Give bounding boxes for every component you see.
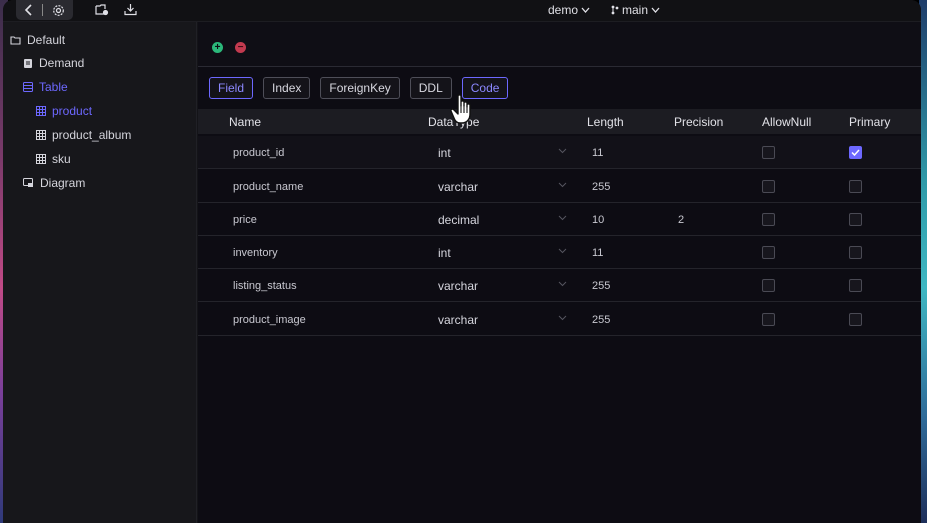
datatype-select[interactable]: varchar [438, 279, 478, 293]
datatype-select[interactable]: int [438, 146, 451, 160]
sidebar-item-diagram[interactable]: Diagram [23, 173, 85, 193]
sidebar: Default Demand Table product product_alb… [3, 22, 197, 523]
primary-checkbox[interactable] [849, 180, 862, 193]
table-row[interactable]: product_name varchar 255 [198, 170, 921, 203]
chevron-down-icon[interactable] [558, 182, 567, 188]
length-input[interactable]: 255 [592, 314, 610, 326]
git-branch-icon [611, 5, 619, 15]
tab-foreignkey[interactable]: ForeignKey [320, 77, 400, 99]
column-header-precision: Precision [674, 115, 724, 129]
column-header-name: Name [229, 115, 262, 129]
primary-checkbox[interactable] [849, 246, 862, 259]
allownull-checkbox[interactable] [762, 246, 775, 259]
table-header: Name DataType Length Precision AllowNull… [198, 109, 921, 134]
primary-checkbox[interactable] [849, 146, 862, 159]
tab-ddl[interactable]: DDL [409, 77, 452, 99]
primary-checkbox[interactable] [849, 213, 862, 226]
grid-icon [36, 106, 46, 116]
field-name[interactable]: product_name [233, 181, 303, 193]
sidebar-item-label: Diagram [40, 176, 86, 190]
allownull-checkbox[interactable] [762, 213, 775, 226]
datatype-select[interactable]: decimal [438, 213, 479, 227]
folder-open-icon [10, 36, 21, 45]
length-input[interactable]: 11 [592, 147, 603, 159]
tree-root-label: Default [27, 33, 66, 47]
sidebar-item-demand[interactable]: Demand [23, 53, 84, 73]
sidebar-item-product-album[interactable]: product_album [36, 125, 131, 145]
main-panel: + − Field Index ForeignKey DDL Code Name… [198, 22, 921, 523]
grid-icon [36, 130, 46, 140]
sidebar-item-product[interactable]: product [36, 101, 92, 121]
chevron-down-icon [581, 7, 590, 13]
hand-pointer-cursor-icon [450, 94, 471, 124]
precision-input[interactable]: 2 [678, 214, 684, 226]
separator [41, 4, 43, 16]
chevron-down-icon[interactable] [558, 315, 567, 321]
chevron-down-icon[interactable] [558, 215, 567, 221]
chevron-down-icon[interactable] [558, 281, 567, 287]
table-icon [23, 82, 33, 92]
primary-checkbox[interactable] [849, 279, 862, 292]
length-input[interactable]: 255 [592, 280, 610, 292]
table-row[interactable]: inventory int 11 [198, 236, 921, 269]
allownull-checkbox[interactable] [762, 180, 775, 193]
column-header-allownull: AllowNull [762, 115, 812, 129]
table-row[interactable]: listing_status varchar 255 [198, 269, 921, 302]
database-selector[interactable]: demo [548, 3, 590, 17]
new-folder-icon[interactable] [95, 3, 109, 16]
chevron-down-icon[interactable] [558, 248, 567, 254]
sidebar-item-sku[interactable]: sku [36, 149, 71, 169]
primary-checkbox[interactable] [849, 313, 862, 326]
field-name[interactable]: inventory [233, 247, 278, 259]
table-row[interactable]: price decimal 10 2 [198, 203, 921, 236]
field-name[interactable]: product_id [233, 147, 284, 159]
minus-circle-icon[interactable]: − [235, 42, 246, 53]
sidebar-item-label: product [52, 104, 93, 118]
table-row[interactable]: product_image varchar 255 [198, 303, 921, 336]
app-window: demo main Default Demand Table product p… [3, 0, 921, 523]
nav-group [16, 0, 73, 20]
allownull-checkbox[interactable] [762, 313, 775, 326]
plus-circle-icon[interactable]: + [212, 42, 223, 53]
chevron-left-icon[interactable] [24, 4, 33, 16]
length-input[interactable]: 11 [592, 247, 603, 259]
sidebar-item-label: sku [52, 152, 71, 166]
sidebar-item-table[interactable]: Table [23, 77, 68, 97]
sidebar-item-label: Table [39, 80, 68, 94]
main-toolbar: + − [198, 22, 921, 67]
tab-field[interactable]: Field [209, 77, 254, 99]
sidebar-item-label: Demand [39, 56, 85, 70]
download-icon[interactable] [124, 3, 137, 16]
diagram-icon [23, 178, 33, 187]
tab-index[interactable]: Index [263, 77, 311, 99]
table-row[interactable]: product_id int 11 [198, 136, 921, 169]
column-header-length: Length [587, 115, 624, 129]
field-name[interactable]: product_image [233, 314, 306, 326]
document-icon [24, 58, 32, 68]
title-bar: demo main [3, 0, 921, 22]
branch-label: main [622, 3, 649, 17]
gear-icon[interactable] [52, 4, 65, 17]
field-name[interactable]: price [233, 214, 257, 226]
chevron-down-icon[interactable] [558, 148, 567, 154]
datatype-select[interactable]: varchar [438, 313, 478, 327]
length-input[interactable]: 255 [592, 181, 610, 193]
sidebar-item-label: product_album [52, 128, 132, 142]
tree-root-default[interactable]: Default [10, 30, 65, 50]
column-header-primary: Primary [849, 115, 891, 129]
check-icon [851, 149, 860, 156]
field-name[interactable]: listing_status [233, 280, 297, 292]
branch-selector[interactable]: main [611, 3, 660, 17]
grid-icon [36, 154, 46, 164]
allownull-checkbox[interactable] [762, 279, 775, 292]
datatype-select[interactable]: varchar [438, 180, 478, 194]
chevron-down-icon [651, 7, 660, 13]
datatype-select[interactable]: int [438, 246, 451, 260]
database-label: demo [548, 3, 579, 17]
allownull-checkbox[interactable] [762, 146, 775, 159]
length-input[interactable]: 10 [592, 214, 604, 226]
